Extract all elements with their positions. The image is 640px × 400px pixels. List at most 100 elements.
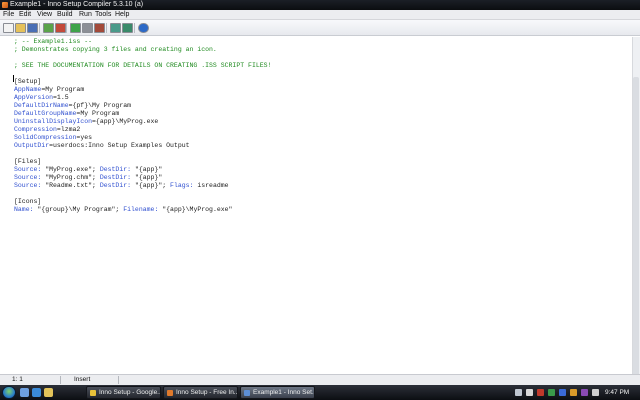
tray-app-icon-3[interactable] bbox=[559, 389, 566, 396]
code-line: Source: "Readme.txt"; DestDir: "{app}"; … bbox=[14, 182, 229, 190]
taskbar-button-label: Example1 - Inno Set... bbox=[253, 389, 315, 396]
code-token-val: =userdocs:Inno Setup Examples Output bbox=[49, 142, 190, 149]
window-title: Example1 - Inno Setup Compiler 5.3.10 (a… bbox=[10, 1, 144, 8]
code-token-val: "{app}" bbox=[134, 174, 163, 181]
code-token-key: AppVersion bbox=[14, 94, 54, 101]
code-token-val: "Readme.txt"; bbox=[45, 182, 100, 189]
code-line: [Files] bbox=[14, 158, 41, 166]
code-line: [Setup] bbox=[14, 78, 41, 86]
toolbar-separator bbox=[66, 23, 67, 33]
stop-compile-icon[interactable] bbox=[55, 23, 66, 33]
code-token-key: DestDir: bbox=[99, 166, 135, 173]
taskbar-button[interactable]: Example1 - Inno Set... bbox=[240, 386, 315, 399]
explorer-icon[interactable] bbox=[44, 388, 53, 397]
code-line: Source: "MyProg.chm"; DestDir: "{app}" bbox=[14, 174, 162, 182]
start-button[interactable] bbox=[2, 386, 16, 399]
code-line: ; Demonstrates copying 3 files and creat… bbox=[14, 46, 217, 54]
code-line: AppVersion=1.5 bbox=[14, 94, 69, 102]
code-token-val: =1.5 bbox=[53, 94, 69, 101]
tray-app-icon-2[interactable] bbox=[548, 389, 555, 396]
code-token-key: Name: bbox=[14, 206, 38, 213]
help-icon[interactable] bbox=[138, 23, 149, 33]
menu-view[interactable]: View bbox=[37, 10, 52, 20]
code-token-val: "{group}\My Program"; bbox=[37, 206, 124, 213]
menu-help[interactable]: Help bbox=[115, 10, 129, 20]
stop-icon[interactable] bbox=[94, 23, 105, 33]
code-line: OutputDir=userdocs:Inno Setup Examples O… bbox=[14, 142, 190, 150]
toolbar bbox=[0, 20, 640, 36]
toolbar-separator bbox=[106, 23, 107, 33]
firefox-icon bbox=[167, 390, 173, 396]
code-token-key: DefaultDirName bbox=[14, 102, 69, 109]
code-token-val: =My Program bbox=[41, 86, 85, 93]
code-token-val: ={pf}\My Program bbox=[68, 102, 132, 109]
code-line: ; -- Example1.iss -- bbox=[14, 38, 92, 46]
code-token-val: "MyProg.exe"; bbox=[45, 166, 100, 173]
code-token-val: isreadme bbox=[197, 182, 229, 189]
code-line: DefaultGroupName=My Program bbox=[14, 110, 119, 118]
menu-run[interactable]: Run bbox=[79, 10, 92, 20]
menu-build[interactable]: Build bbox=[57, 10, 73, 20]
ie-icon[interactable] bbox=[32, 388, 41, 397]
network-icon[interactable] bbox=[515, 389, 522, 396]
open-folder-icon[interactable] bbox=[15, 23, 26, 33]
vertical-scrollbar[interactable] bbox=[632, 37, 640, 400]
status-bar: 1: 1 Insert bbox=[0, 374, 640, 385]
toolbar-separator bbox=[39, 23, 40, 33]
step-into-icon[interactable] bbox=[110, 23, 121, 33]
tray-app-icon-6[interactable] bbox=[592, 389, 599, 396]
insert-mode: Insert bbox=[74, 376, 91, 383]
taskbar-button-label: Inno Setup - Google... bbox=[99, 389, 161, 396]
step-over-icon[interactable] bbox=[122, 23, 133, 33]
code-line: DefaultDirName={pf}\My Program bbox=[14, 102, 131, 110]
script-editor[interactable]: ; -- Example1.iss --; Demonstrates copyi… bbox=[0, 37, 632, 374]
status-divider bbox=[118, 376, 119, 384]
code-token-val: =My Program bbox=[76, 110, 120, 117]
code-token-val: "{app}\MyProg.exe" bbox=[162, 206, 233, 213]
code-line: ; SEE THE DOCUMENTATION FOR DETAILS ON C… bbox=[14, 62, 271, 70]
code-token-key: Source: bbox=[14, 166, 46, 173]
tray-app-icon-4[interactable] bbox=[570, 389, 577, 396]
volume-icon[interactable] bbox=[526, 389, 533, 396]
code-token-comment: ; Demonstrates copying 3 files and creat… bbox=[14, 46, 217, 53]
menu-bar: File Edit View Build Run Tools Help bbox=[0, 10, 640, 20]
code-token-key: DestDir: bbox=[99, 182, 135, 189]
code-token-val: =yes bbox=[76, 134, 93, 141]
status-divider bbox=[60, 376, 61, 384]
code-line: UninstallDisplayIcon={app}\MyProg.exe bbox=[14, 118, 158, 126]
code-line: Source: "MyProg.exe"; DestDir: "{app}" bbox=[14, 166, 162, 174]
inno-setup-icon bbox=[2, 2, 8, 8]
taskbar-button[interactable]: Inno Setup - Google... bbox=[86, 386, 161, 399]
pause-icon[interactable] bbox=[82, 23, 93, 33]
code-token-key: OutputDir bbox=[14, 142, 50, 149]
code-line: SolidCompression=yes bbox=[14, 134, 92, 142]
taskbar-button[interactable]: Inno Setup - Free In... bbox=[163, 386, 238, 399]
code-token-section: [Files] bbox=[14, 158, 42, 165]
menu-edit[interactable]: Edit bbox=[19, 10, 31, 20]
save-icon[interactable] bbox=[27, 23, 38, 33]
code-token-key: Filename: bbox=[123, 206, 163, 213]
code-token-key: DefaultGroupName bbox=[14, 110, 77, 117]
show-desktop-icon[interactable] bbox=[20, 388, 29, 397]
code-token-section: [Setup] bbox=[14, 78, 42, 85]
tray-app-icon-1[interactable] bbox=[537, 389, 544, 396]
menu-file[interactable]: File bbox=[3, 10, 14, 20]
chrome-icon bbox=[90, 390, 96, 396]
cursor-position: 1: 1 bbox=[12, 376, 23, 383]
toolbar-separator bbox=[134, 23, 135, 33]
code-token-val: "{app}"; bbox=[134, 182, 171, 189]
code-token-key: DestDir: bbox=[99, 174, 135, 181]
taskbar: Inno Setup - Google... Inno Setup - Free … bbox=[0, 385, 640, 400]
code-token-val: "{app}" bbox=[134, 166, 163, 173]
inno-setup-icon bbox=[244, 390, 250, 396]
tray-app-icon-5[interactable] bbox=[581, 389, 588, 396]
code-line: AppName=My Program bbox=[14, 86, 84, 94]
compile-icon[interactable] bbox=[43, 23, 54, 33]
new-file-icon[interactable] bbox=[3, 23, 14, 33]
scrollbar-thumb[interactable] bbox=[633, 77, 639, 400]
run-icon[interactable] bbox=[70, 23, 81, 33]
taskbar-button-label: Inno Setup - Free In... bbox=[176, 389, 238, 396]
code-token-comment: ; -- Example1.iss -- bbox=[14, 38, 93, 45]
clock[interactable]: 9:47 PM bbox=[605, 385, 629, 400]
menu-tools[interactable]: Tools bbox=[95, 10, 111, 20]
